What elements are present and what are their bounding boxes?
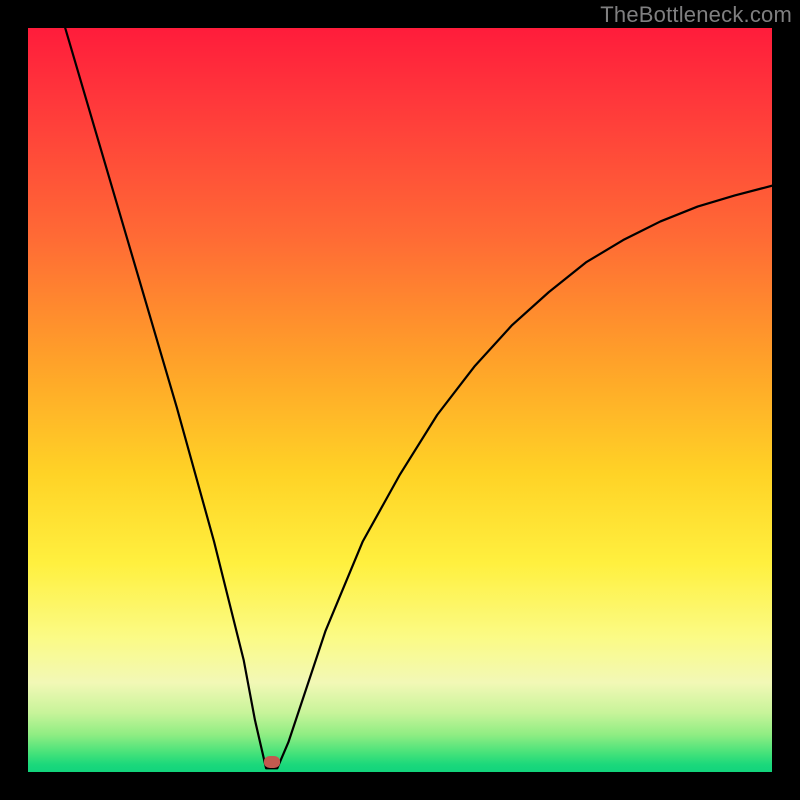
bottleneck-curve — [28, 28, 772, 772]
plot-area — [28, 28, 772, 772]
watermark-text: TheBottleneck.com — [600, 2, 792, 28]
chart-container: TheBottleneck.com — [0, 0, 800, 800]
optimal-point-marker — [264, 756, 280, 768]
curve-path — [65, 28, 772, 768]
